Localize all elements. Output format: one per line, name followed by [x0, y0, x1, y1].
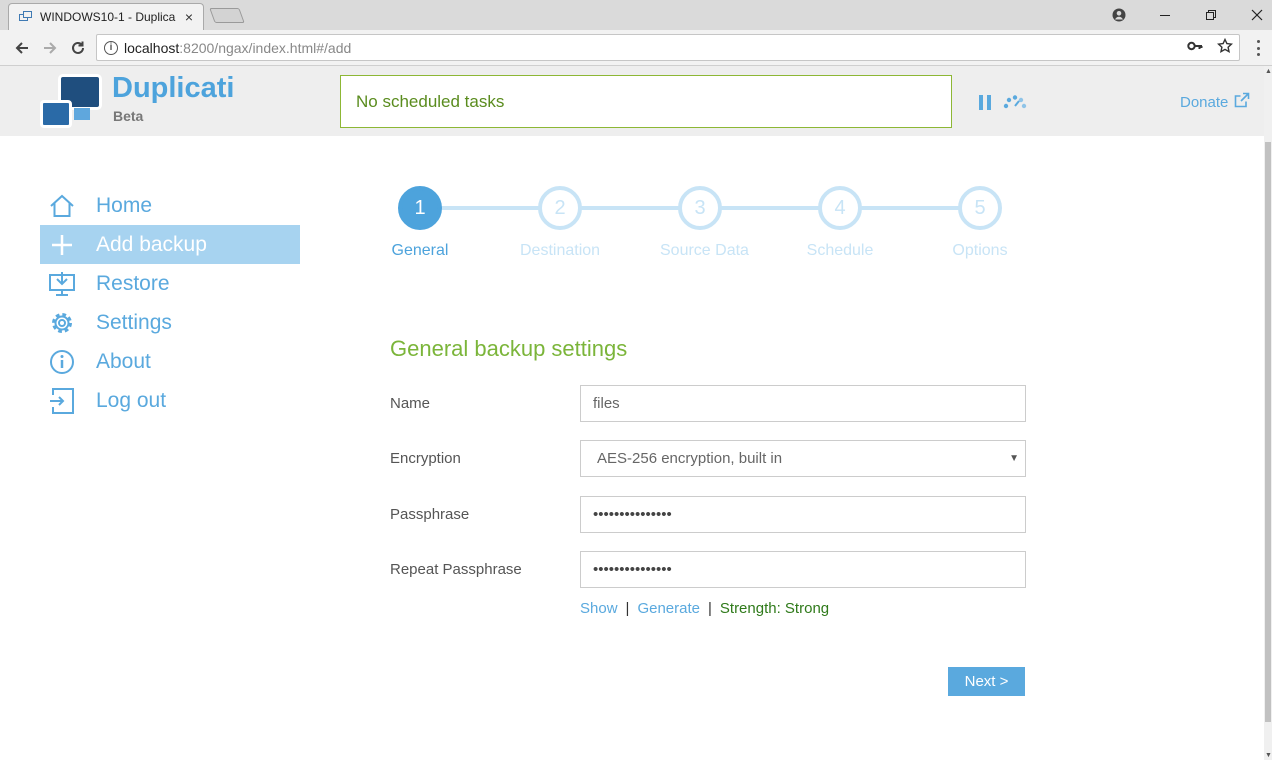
name-value: files: [593, 395, 620, 412]
logout-icon: [48, 387, 76, 415]
step-options[interactable]: 5 Options: [940, 186, 1020, 260]
profile-icon[interactable]: [1096, 0, 1142, 30]
back-icon[interactable]: [10, 36, 34, 60]
passphrase-links: Show | Generate | Strength: Strong: [580, 600, 829, 617]
site-info-icon[interactable]: i: [104, 40, 118, 55]
close-icon[interactable]: [1234, 0, 1272, 30]
donate-label: Donate: [1180, 93, 1229, 111]
next-button[interactable]: Next >: [948, 667, 1025, 696]
throttle-speed-icon[interactable]: [1002, 94, 1028, 110]
browser-toolbar: i localhost:8200/ngax/index.html#/add: [0, 30, 1272, 66]
wizard-steps: 1 General 2 Destination 3 Source Data 4 …: [380, 186, 1020, 276]
sidebar-item-restore[interactable]: Restore: [40, 264, 300, 303]
status-box: No scheduled tasks: [340, 75, 952, 128]
info-icon: [48, 348, 76, 376]
address-bar[interactable]: i localhost:8200/ngax/index.html#/add: [96, 34, 1240, 61]
form-title: General backup settings: [390, 336, 628, 361]
sidebar-nav: Home Add backup Restore Settings About L…: [40, 186, 300, 420]
sidebar-item-label: Home: [96, 193, 153, 217]
browser-menu-icon[interactable]: [1248, 38, 1268, 58]
repeat-passphrase-input[interactable]: •••••••••••••••: [580, 551, 1026, 588]
browser-tab[interactable]: WINDOWS10-1 - Duplica ×: [8, 3, 204, 30]
external-link-icon: [1234, 92, 1250, 112]
passphrase-label: Passphrase: [390, 506, 470, 523]
passphrase-value: •••••••••••••••: [593, 506, 672, 523]
sidebar-item-label: Settings: [96, 310, 172, 334]
duplicati-favicon-icon: [19, 11, 33, 23]
step-label: Options: [952, 242, 1008, 259]
repeat-passphrase-label: Repeat Passphrase: [390, 561, 522, 578]
encryption-select[interactable]: AES-256 encryption, built in ▼: [580, 440, 1026, 477]
scroll-up-icon[interactable]: ▲: [1265, 68, 1272, 75]
step-general[interactable]: 1 General: [380, 186, 460, 260]
donate-link[interactable]: Donate: [1180, 92, 1250, 112]
status-text: No scheduled tasks: [356, 91, 505, 111]
app-subtitle: Beta: [113, 108, 144, 124]
sidebar-item-label: About: [96, 349, 151, 373]
step-number: 1: [398, 186, 442, 230]
url-path: :8200/ngax/index.html#/add: [179, 39, 352, 56]
chevron-down-icon: ▼: [1009, 453, 1019, 464]
show-passphrase-link[interactable]: Show: [580, 600, 618, 617]
step-schedule[interactable]: 4 Schedule: [800, 186, 880, 260]
sidebar-item-settings[interactable]: Settings: [40, 303, 300, 342]
link-separator: |: [625, 600, 630, 617]
step-number: 5: [958, 186, 1002, 230]
reload-icon[interactable]: [66, 36, 90, 60]
tab-close-icon[interactable]: ×: [185, 9, 193, 25]
plus-icon: [48, 231, 76, 259]
sidebar-item-label: Add backup: [96, 232, 207, 256]
restore-icon: [48, 270, 76, 298]
sidebar-item-add-backup[interactable]: Add backup: [40, 225, 300, 264]
restore-icon[interactable]: [1188, 0, 1234, 30]
sidebar-item-logout[interactable]: Log out: [40, 381, 300, 420]
sidebar-item-label: Restore: [96, 271, 170, 295]
step-label: Schedule: [806, 242, 874, 259]
step-destination[interactable]: 2 Destination: [520, 186, 600, 260]
name-input[interactable]: files: [580, 385, 1026, 422]
bookmark-star-icon[interactable]: [1217, 37, 1233, 58]
step-label: Destination: [520, 242, 601, 259]
scroll-down-icon[interactable]: ▼: [1265, 752, 1272, 759]
passphrase-input[interactable]: •••••••••••••••: [580, 496, 1026, 533]
new-tab-button[interactable]: [209, 8, 245, 23]
sidebar-item-home[interactable]: Home: [40, 186, 300, 225]
app-header: Duplicati Beta No scheduled tasks Donate: [0, 66, 1264, 136]
app-name: Duplicati: [112, 72, 235, 104]
repeat-passphrase-value: •••••••••••••••: [593, 561, 672, 578]
pause-icon[interactable]: [979, 95, 991, 110]
link-separator: |: [707, 600, 712, 617]
step-number: 3: [678, 186, 722, 230]
encryption-value: AES-256 encryption, built in: [597, 450, 783, 467]
step-number: 4: [818, 186, 862, 230]
home-icon: [48, 192, 76, 220]
minimize-icon[interactable]: [1142, 0, 1188, 30]
forward-icon[interactable]: [38, 36, 62, 60]
browser-titlebar: WINDOWS10-1 - Duplica ×: [0, 0, 1272, 30]
sidebar-item-about[interactable]: About: [40, 342, 300, 381]
gear-icon: [48, 309, 76, 337]
tab-title: WINDOWS10-1 - Duplica: [40, 10, 176, 24]
step-number: 2: [538, 186, 582, 230]
url-host: localhost: [124, 39, 180, 56]
sidebar-item-label: Log out: [96, 388, 167, 412]
encryption-label: Encryption: [390, 450, 461, 467]
name-label: Name: [390, 395, 431, 412]
step-label: Source Data: [660, 242, 749, 259]
key-icon[interactable]: [1187, 38, 1203, 58]
scrollbar-thumb[interactable]: [1265, 142, 1271, 722]
step-label: General: [391, 242, 449, 259]
duplicati-logo[interactable]: [40, 74, 106, 132]
page-scrollbar[interactable]: ▲ ▼: [1264, 66, 1272, 760]
generate-passphrase-link[interactable]: Generate: [637, 600, 700, 617]
step-source-data[interactable]: 3 Source Data: [660, 186, 749, 260]
passphrase-strength: Strength: Strong: [719, 600, 830, 617]
